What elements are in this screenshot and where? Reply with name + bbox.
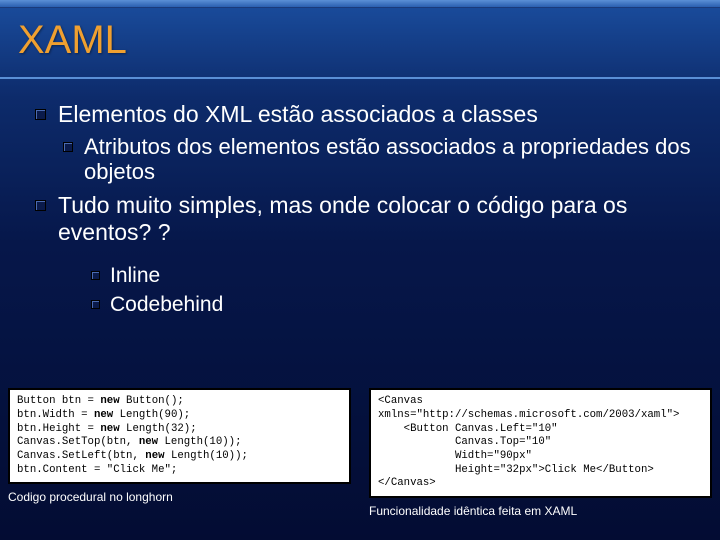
bullet-level3: Codebehind xyxy=(92,292,700,317)
bullet-level1: Elementos do XML estão associados a clas… xyxy=(36,101,700,128)
code-text: Canvas.SetLeft(btn, xyxy=(17,450,145,462)
code-text: <Button Canvas.Left="10" xyxy=(378,423,558,435)
procedural-code-box: Button btn = new Button(); btn.Width = n… xyxy=(8,388,351,484)
code-compare-row: Button btn = new Button(); btn.Width = n… xyxy=(8,388,712,518)
code-text: Length(32); xyxy=(120,423,197,435)
procedural-column: Button btn = new Button(); btn.Width = n… xyxy=(8,388,351,504)
code-text: Length(90); xyxy=(113,409,190,421)
code-text: btn.Content = "Click Me"; xyxy=(17,464,177,476)
keyword: new xyxy=(94,409,113,421)
code-text: xmlns="http://schemas.microsoft.com/2003… xyxy=(378,409,679,421)
code-text: Button(); xyxy=(120,395,184,407)
keyword: new xyxy=(139,436,158,448)
keyword: new xyxy=(145,450,164,462)
bullet-level2: Atributos dos elementos estão associados… xyxy=(64,134,700,184)
code-text: Length(10)); xyxy=(165,450,248,462)
code-text: btn.Height = xyxy=(17,423,100,435)
bullet-level3: Inline xyxy=(92,263,700,288)
right-caption: Funcionalidade idêntica feita em XAML xyxy=(369,504,712,518)
code-text: Canvas.Top="10" xyxy=(378,436,551,448)
code-text: </Canvas> xyxy=(378,477,436,489)
keyword: new xyxy=(100,395,119,407)
slide-title: XAML xyxy=(0,8,720,79)
code-text: Height="32px">Click Me</Button> xyxy=(378,464,654,476)
code-text: Canvas.SetTop(btn, xyxy=(17,436,139,448)
left-caption: Codigo procedural no longhorn xyxy=(8,490,351,504)
keyword: new xyxy=(100,423,119,435)
xaml-column: <Canvas xmlns="http://schemas.microsoft.… xyxy=(369,388,712,518)
bullet-level1: Tudo muito simples, mas onde colocar o c… xyxy=(36,192,700,246)
code-text: Length(10)); xyxy=(158,436,241,448)
code-text: <Canvas xyxy=(378,395,423,407)
window-top-accent xyxy=(0,0,720,8)
code-text: btn.Width = xyxy=(17,409,94,421)
code-text: Button btn = xyxy=(17,395,100,407)
xaml-code-box: <Canvas xmlns="http://schemas.microsoft.… xyxy=(369,388,712,498)
code-text: Width="90px" xyxy=(378,450,532,462)
slide-body: Elementos do XML estão associados a clas… xyxy=(0,79,720,317)
